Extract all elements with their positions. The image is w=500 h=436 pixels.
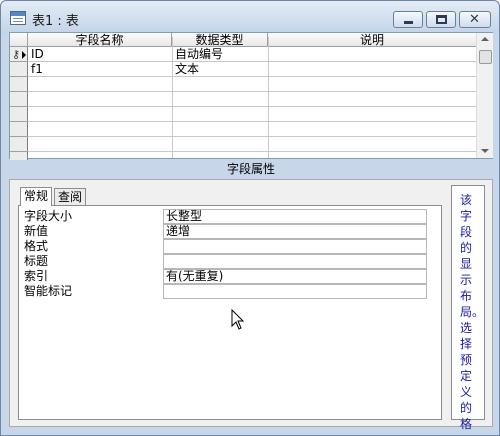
properties-panel: 字段大小 长整型 新值 递增 格式 标题 索引 有(无重复) 智能标记 <box>18 205 442 420</box>
window-title: 表1 : 表 <box>32 14 79 29</box>
property-label: 字段大小 <box>24 209 73 223</box>
vertical-scrollbar[interactable] <box>476 33 493 158</box>
primary-key-icon: ⚷ <box>12 48 21 61</box>
property-row[interactable]: 索引 有(无重复) <box>24 269 434 284</box>
property-row[interactable]: 标题 <box>24 254 434 269</box>
grid-header: 字段名称 数据类型 说明 <box>10 33 476 47</box>
maximize-icon <box>436 15 447 24</box>
field-grid[interactable]: 字段名称 数据类型 说明 ⚷ ID 自动编号 f1 文本 <box>9 32 493 160</box>
column-header-description[interactable]: 说明 <box>268 33 476 47</box>
tab-lookup[interactable]: 查阅 <box>54 188 87 205</box>
mouse-cursor-icon <box>231 309 245 330</box>
property-row[interactable]: 字段大小 长整型 <box>24 209 434 224</box>
row-selector[interactable]: ⚷ <box>10 47 28 62</box>
property-row[interactable]: 格式 <box>24 239 434 254</box>
scroll-down-icon[interactable] <box>481 149 489 153</box>
header-corner <box>10 33 28 47</box>
property-value[interactable]: 有(无重复) <box>163 269 427 284</box>
scroll-up-icon[interactable] <box>481 37 489 41</box>
empty-row[interactable] <box>10 107 476 122</box>
minimize-button[interactable] <box>393 11 423 28</box>
field-properties-pane: 常规 查阅 字段大小 长整型 新值 递增 格式 标题 索引 有(无重复) 智能标… <box>9 179 493 431</box>
property-label: 智能标记 <box>24 284 73 298</box>
field-name-cell[interactable]: f1 <box>28 62 172 77</box>
property-label: 新值 <box>24 224 49 238</box>
help-text: 该字段的显示布局。选择预定义的格 <box>460 193 485 431</box>
description-cell[interactable] <box>268 62 476 77</box>
property-row[interactable]: 智能标记 <box>24 284 434 299</box>
property-label: 格式 <box>24 239 49 253</box>
empty-row[interactable] <box>10 92 476 107</box>
property-value[interactable] <box>163 284 427 299</box>
row-selector[interactable] <box>10 62 28 77</box>
tab-general[interactable]: 常规 <box>20 187 53 206</box>
description-cell[interactable] <box>268 47 476 62</box>
maximize-button[interactable] <box>426 11 456 28</box>
column-header-field-name[interactable]: 字段名称 <box>28 33 172 47</box>
close-button[interactable]: ✕ <box>459 11 491 28</box>
property-row[interactable]: 新值 递增 <box>24 224 434 239</box>
empty-row[interactable] <box>10 122 476 137</box>
property-value[interactable] <box>163 254 427 269</box>
empty-row[interactable] <box>10 77 476 92</box>
property-label: 标题 <box>24 254 49 268</box>
field-properties-label: 字段属性 <box>226 162 275 176</box>
property-label: 索引 <box>24 269 49 283</box>
help-pane: 该字段的显示布局。选择预定义的格 <box>451 185 485 431</box>
data-type-cell[interactable]: 文本 <box>172 62 268 77</box>
property-value[interactable]: 递增 <box>163 224 427 239</box>
column-header-data-type[interactable]: 数据类型 <box>172 33 268 47</box>
data-type-cell[interactable]: 自动编号 <box>172 47 268 62</box>
property-value[interactable]: 长整型 <box>163 209 427 224</box>
scroll-thumb[interactable] <box>479 50 492 64</box>
close-icon: ✕ <box>469 12 480 27</box>
current-row-icon <box>22 51 26 59</box>
table-icon <box>10 11 26 25</box>
title-bar[interactable]: 表1 : 表 ✕ <box>1 1 499 33</box>
minimize-icon <box>404 21 413 24</box>
property-value[interactable] <box>163 239 427 254</box>
table-row[interactable]: ⚷ ID 自动编号 <box>10 47 476 62</box>
empty-row[interactable] <box>10 137 476 152</box>
table-design-window: 表1 : 表 ✕ 字段名称 数据类型 说明 ⚷ ID 自动编号 f1 文本 字段… <box>0 0 500 436</box>
field-name-cell[interactable]: ID <box>28 47 172 62</box>
table-row[interactable]: f1 文本 <box>10 62 476 77</box>
